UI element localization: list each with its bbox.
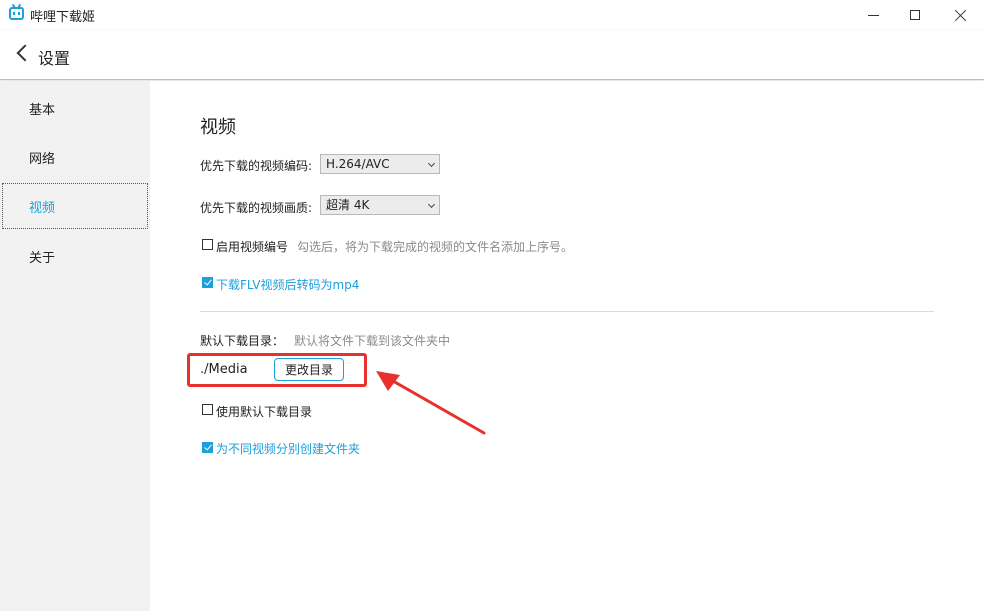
sidebar-item-video[interactable]: 视频 — [2, 183, 148, 229]
section-title: 视频 — [200, 117, 236, 138]
sidebar-item-about[interactable]: 关于 — [2, 233, 148, 279]
minimize-button[interactable] — [850, 0, 896, 30]
maximize-button[interactable] — [892, 0, 938, 30]
sidebar-item-basic[interactable]: 基本 — [2, 85, 148, 131]
annotation-arrow-icon — [376, 371, 486, 435]
quality-select-value: 超清 4K — [326, 198, 370, 212]
close-button[interactable] — [938, 0, 984, 30]
chevron-down-icon — [427, 200, 436, 209]
numbering-hint: 勾选后，将为下载完成的视频的文件名添加上序号。 — [297, 240, 574, 254]
codec-select[interactable]: H.264/AVC — [320, 154, 440, 174]
codec-select-value: H.264/AVC — [326, 157, 390, 171]
codec-label: 优先下载的视频编码: — [200, 159, 313, 173]
separate-folders-checkbox[interactable] — [202, 442, 213, 453]
app-title: 哔哩下载姬 — [30, 10, 96, 25]
annotation-highlight-box — [187, 353, 367, 387]
app-logo-icon — [9, 7, 24, 20]
quality-label: 优先下载的视频画质: — [200, 201, 313, 215]
minimize-icon — [867, 14, 879, 16]
sidebar-item-network[interactable]: 网络 — [2, 134, 148, 180]
page-header: 设置 — [0, 30, 984, 80]
flv-convert-checkbox[interactable] — [202, 277, 213, 288]
chevron-left-icon — [16, 44, 34, 62]
download-dir-hint: 默认将文件下载到该文件夹中 — [294, 334, 451, 348]
close-icon — [955, 9, 967, 21]
numbering-label[interactable]: 启用视频编号 — [216, 238, 288, 255]
separate-folders-label[interactable]: 为不同视频分别创建文件夹 — [216, 440, 360, 457]
back-button[interactable] — [14, 44, 34, 66]
settings-sidebar: 基本 网络 视频 关于 — [0, 81, 150, 611]
settings-content: 视频 优先下载的视频编码: H.264/AVC 优先下载的视频画质: 超清 4K… — [150, 81, 984, 611]
maximize-icon — [910, 10, 920, 20]
page-title: 设置 — [38, 49, 71, 68]
download-dir-label: 默认下载目录： — [200, 334, 285, 348]
section-divider — [200, 311, 934, 312]
flv-convert-label[interactable]: 下载FLV视频后转码为mp4 — [216, 276, 359, 293]
numbering-checkbox[interactable] — [202, 239, 213, 250]
use-default-dir-label[interactable]: 使用默认下载目录 — [216, 403, 312, 420]
chevron-down-icon — [427, 159, 436, 168]
use-default-dir-checkbox[interactable] — [202, 404, 213, 415]
title-bar: 哔哩下载姬 — [0, 0, 984, 30]
quality-select[interactable]: 超清 4K — [320, 195, 440, 215]
